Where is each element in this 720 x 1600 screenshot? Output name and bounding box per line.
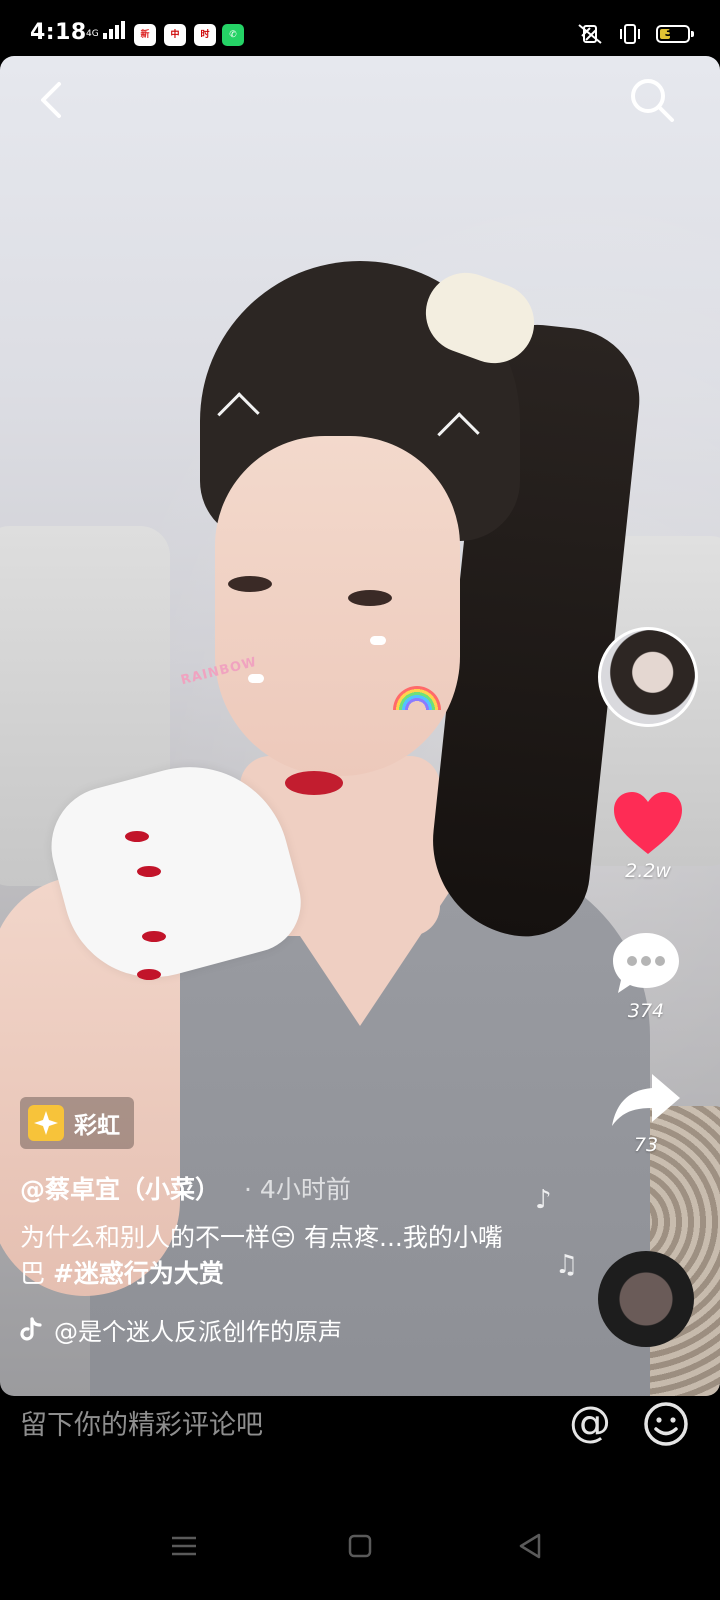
music-title: @是个迷人反派创作的原声 [54,1318,342,1346]
share-count: 73 [633,1134,659,1156]
heart-icon [614,792,682,854]
tiktok-note-icon [20,1316,42,1340]
music-note-icon: ♪ [535,1185,552,1215]
comment-button[interactable]: 374 [601,930,691,1022]
vibrate-icon [620,24,640,44]
like-button[interactable]: 2.2w [603,790,693,882]
like-count: 2.2w [625,860,671,882]
app-icon-news: 新 [134,24,156,46]
video-caption: 为什么和别人的不一样😒 有点疼...我的小嘴巴 #迷惑行为大赏 [20,1220,520,1292]
home-square-icon [348,1534,372,1558]
emoji-smile-icon [644,1402,688,1446]
network-type: 4G [86,29,99,39]
menu-lines-icon [172,1536,196,1556]
comment-input[interactable]: 留下你的精彩评论吧 [20,1400,540,1452]
signal-icon: 4G [86,21,125,39]
mute-vibrate-icon [578,24,602,44]
back-arrow-icon [41,82,61,118]
nav-home-button[interactable] [336,1526,384,1566]
hashtag-link[interactable]: #迷惑行为大赏 [53,1259,224,1288]
post-time: · 4小时前 [244,1175,351,1204]
app-icon-news-2: 中 [164,24,186,46]
app-icon-news-3: 时 [194,24,216,46]
nav-back-button[interactable] [506,1526,554,1566]
comment-bubble-icon [613,933,679,993]
back-triangle-icon [519,1533,541,1559]
share-arrow-icon [612,1074,680,1126]
mention-button[interactable]: @ [566,1400,614,1448]
battery-icon: 37 [656,25,694,43]
status-time: 4:18 [30,20,87,45]
music-info[interactable]: @是个迷人反派创作的原声 [20,1312,380,1347]
status-bar: 4:18 4G 新 中 时 ✆ 37 [0,0,720,56]
search-icon [631,79,674,122]
nav-menu-button[interactable] [160,1526,208,1566]
author-avatar[interactable] [598,627,698,727]
emoji-button[interactable] [642,1400,690,1448]
effect-tag[interactable]: 彩虹 [20,1097,134,1149]
effect-sparkle-icon [28,1105,64,1141]
author-name[interactable]: @蔡卓宜（小菜） [20,1170,220,1206]
whatsapp-icon: ✆ [222,24,244,46]
music-note-icon-2: ♫ [555,1250,579,1280]
search-button[interactable] [628,76,676,124]
battery-percent: 37 [664,25,682,39]
share-button[interactable]: 73 [601,1070,691,1156]
comment-bar: 留下你的精彩评论吧 @ [0,1396,720,1456]
navigation-bar [0,1496,720,1600]
comment-count: 374 [627,1000,665,1022]
effect-tag-label: 彩虹 [74,1113,120,1139]
author-line: @蔡卓宜（小菜） · 4小时前 [20,1170,351,1206]
music-disc[interactable] [598,1251,694,1347]
back-button[interactable] [30,76,70,124]
